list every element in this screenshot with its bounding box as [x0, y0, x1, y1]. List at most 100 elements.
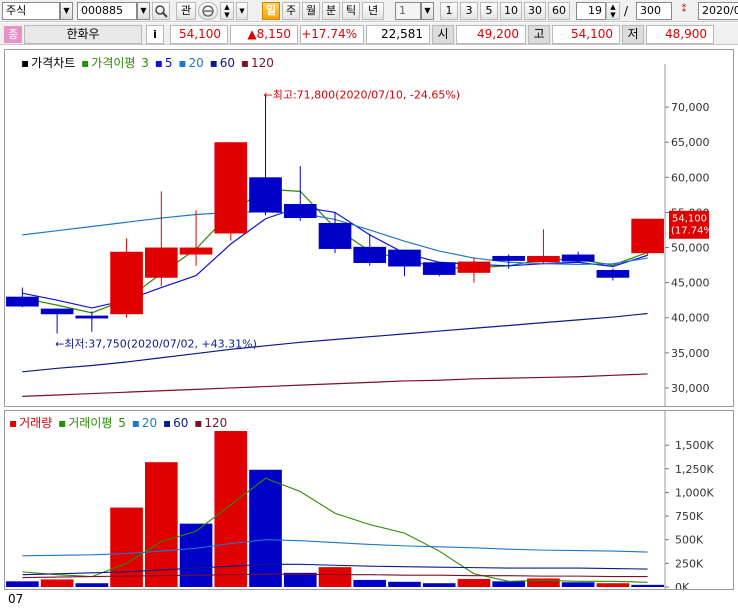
market-select[interactable]: 주식 — [2, 2, 60, 20]
y-tick-label: 500K — [675, 534, 704, 547]
spinner-icon[interactable]: ▲ ▼ — [606, 2, 620, 20]
candle-body — [527, 255, 560, 263]
interval-5-button[interactable]: 5 — [480, 2, 498, 20]
y-tick-label: 250K — [675, 557, 704, 570]
settings-icon[interactable]: ⁑ — [676, 2, 692, 20]
spinner-icon[interactable]: ▲ ▼ — [220, 2, 234, 20]
high-price: 54,100 — [552, 25, 620, 44]
price-change: ▲8,150 — [230, 25, 298, 44]
chevron-down-icon[interactable]: ▼ — [421, 2, 434, 20]
volume-bar — [422, 583, 456, 587]
volume-bar — [214, 431, 248, 587]
period-tick[interactable]: 틱 — [342, 2, 360, 20]
change-rate: +17.74% — [300, 25, 364, 44]
volume-chart-panel[interactable]: ▪ 거래량 ▪ 거래이평 5 ▪ 20 ▪ 60 ▪ 120 1,500K 1,250K 1,… — [4, 410, 734, 590]
magnifier-icon[interactable] — [152, 2, 170, 20]
last-rate-label: (17.74%) — [671, 226, 717, 237]
volume-bar — [75, 583, 109, 587]
volume-bar — [179, 523, 213, 587]
candle-body — [631, 218, 664, 254]
volume-bar — [596, 583, 630, 587]
period-day[interactable]: 일 — [262, 2, 280, 20]
y-tick-label: 1,250K — [675, 463, 714, 476]
candle-body — [249, 177, 282, 213]
chevron-down-icon[interactable]: ▼ — [137, 2, 150, 20]
display-count-input[interactable]: 19 — [576, 2, 606, 20]
candle-body — [388, 249, 421, 267]
watch-button[interactable]: 관 — [176, 2, 196, 20]
period-year[interactable]: 년 — [362, 2, 384, 20]
interval-10-button[interactable]: 10 — [500, 2, 522, 20]
interval-1-button[interactable]: 1 — [440, 2, 458, 20]
y-tick-label: 50,000 — [671, 242, 710, 255]
interval-value: 1 — [399, 4, 406, 17]
interval-3-button[interactable]: 3 — [460, 2, 478, 20]
candle-body — [492, 255, 526, 261]
y-tick-label: 65,000 — [671, 136, 710, 149]
candle-body — [318, 222, 352, 249]
stock-code-value: 000885 — [81, 4, 123, 17]
y-tick-label: 30,000 — [671, 382, 710, 395]
candle-body — [214, 142, 248, 234]
stock-badge: 종 — [4, 26, 22, 43]
stock-code-input[interactable]: 000885 — [77, 2, 137, 20]
candle-body — [283, 204, 317, 219]
y-tick-label: 45,000 — [671, 277, 710, 290]
x-axis-label: 07 — [8, 592, 24, 606]
date-input[interactable]: 2020/0 — [698, 2, 738, 20]
low-label: 저 — [622, 25, 644, 44]
y-tick-label: 0K — [675, 581, 690, 589]
period-month[interactable]: 월 — [302, 2, 320, 20]
volume-bar — [110, 507, 143, 587]
y-tick-label: 1,500K — [675, 439, 714, 452]
volume-value: 22,581 — [366, 25, 430, 44]
info-button[interactable]: i — [146, 25, 164, 44]
candle-body — [144, 247, 178, 278]
y-tick-label: 40,000 — [671, 312, 710, 325]
candle-body — [40, 308, 74, 315]
volume-bar — [492, 581, 526, 587]
period-minute[interactable]: 분 — [322, 2, 340, 20]
y-tick-label: 1,000K — [675, 486, 714, 499]
price-chart-svg: 70,00065,00060,00055,00050,00045,00040,0… — [6, 64, 717, 406]
candle-body — [457, 261, 491, 273]
total-count-input[interactable]: 300 — [636, 2, 672, 20]
interval-select[interactable]: 1 — [395, 2, 421, 20]
sync-icon[interactable] — [198, 2, 218, 20]
total-count-value: 300 — [640, 4, 661, 17]
interval-60-button[interactable]: 60 — [548, 2, 570, 20]
ma-line-120 — [22, 373, 648, 397]
period-week[interactable]: 주 — [282, 2, 300, 20]
volume-bar — [457, 578, 491, 587]
volume-bar — [388, 581, 421, 587]
candle-body — [596, 270, 630, 278]
quote-bar: 종 한화우 i 54,100 ▲8,150 +17.74% 22,581 시 4… — [0, 23, 738, 45]
slash-separator: / — [624, 4, 629, 18]
low-price: 48,900 — [646, 25, 714, 44]
volume-chart-svg: 1,500K 1,250K 1,000K 750K 500K 250K 0K — [6, 411, 714, 589]
candle-body — [179, 247, 213, 255]
current-price: 54,100 — [170, 25, 228, 44]
chevron-down-icon[interactable]: ▼ — [236, 2, 248, 20]
last-price-label: 54,100 — [672, 214, 707, 225]
price-chart-panel[interactable]: ▪ 가격차트 ▪ 가격이평 3 ▪ 5 ▪ 20 ▪ 60 ▪ 120 70,000 65,0… — [4, 49, 734, 407]
high-annotation: ←최고:71,800(2020/07/10, -24.65%) — [264, 88, 461, 101]
stock-name[interactable]: 한화우 — [24, 25, 142, 44]
open-price: 49,200 — [456, 25, 526, 44]
open-label: 시 — [432, 25, 454, 44]
interval-30-button[interactable]: 30 — [524, 2, 546, 20]
toolbar: 주식 ▼ 000885 ▼ 관 ▲ ▼ ▼ 일 주 월 분 틱 년 1 ▼ 1 3… — [0, 0, 738, 22]
volume-bar — [527, 578, 560, 587]
candle-body — [110, 251, 143, 315]
candle-body — [6, 296, 39, 307]
display-count-value: 19 — [588, 4, 602, 17]
candle-body — [561, 254, 595, 262]
y-tick-label: 750K — [675, 510, 704, 523]
candle-body — [422, 262, 456, 275]
y-tick-label: 35,000 — [671, 347, 710, 360]
volume-bar — [283, 572, 317, 587]
volume-bar — [318, 567, 352, 587]
chevron-down-icon[interactable]: ▼ — [60, 2, 73, 20]
volume-bar — [631, 584, 664, 587]
date-value: 2020/0 — [702, 4, 738, 17]
